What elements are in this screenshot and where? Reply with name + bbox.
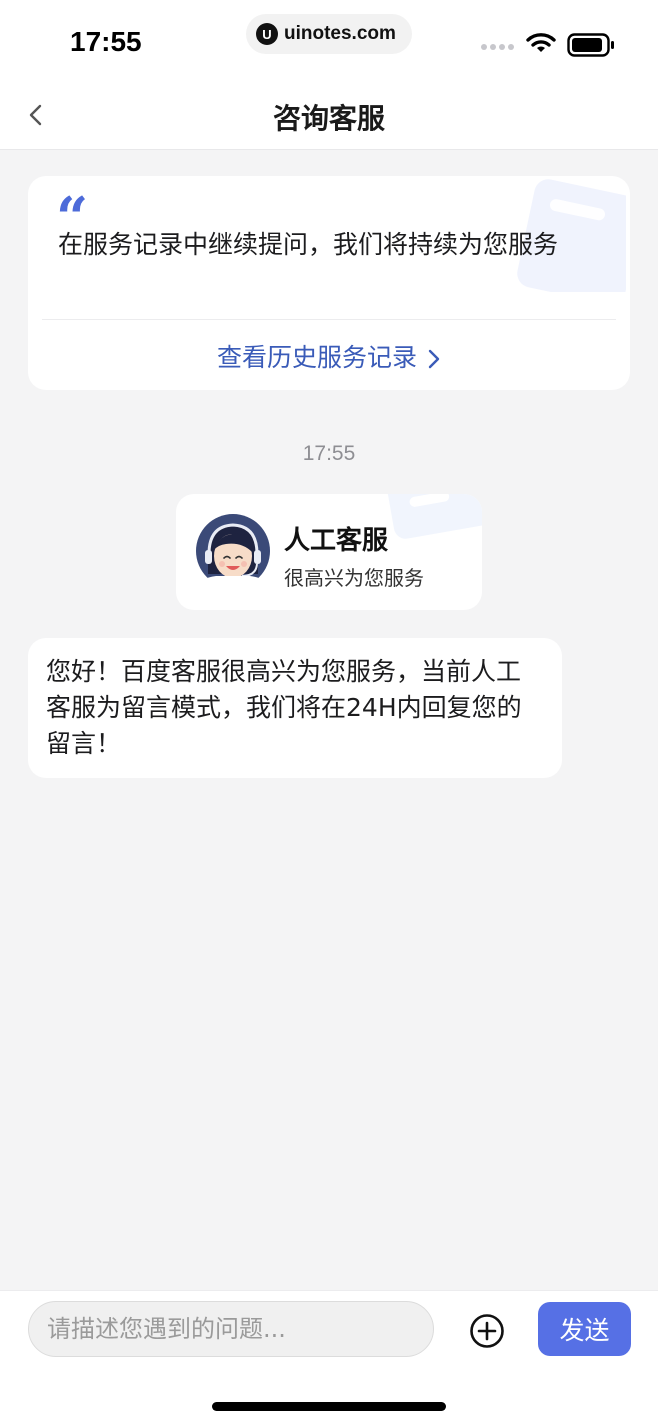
agent-card: 人工客服 很高兴为您服务 <box>176 494 482 610</box>
signal-dots-icon <box>481 44 514 50</box>
view-history-link[interactable]: 查看历史服务记录 <box>28 338 630 374</box>
status-time: 17:55 <box>70 26 142 57</box>
watermark-logo: U <box>256 23 278 45</box>
agent-name: 人工客服 <box>284 526 389 556</box>
message-bubble: 您好！百度客服很高兴为您服务，当前人工客服为留言模式，我们将在24H内回复您的留… <box>28 638 562 778</box>
agent-subtitle: 很高兴为您服务 <box>284 566 424 590</box>
message-timestamp: 17:55 <box>302 442 356 465</box>
decorative-background-icon <box>387 494 482 539</box>
history-card: “ 在服务记录中继续提问，我们将持续为您服务 查看历史服务记录 <box>28 176 630 390</box>
page-title: 咨询客服 <box>272 102 385 135</box>
view-history-label: 查看历史服务记录 <box>216 343 417 372</box>
history-text: 在服务记录中继续提问，我们将持续为您服务 <box>58 230 559 259</box>
nav-bar: 咨询客服 <box>0 80 658 150</box>
home-indicator <box>212 1402 446 1411</box>
watermark-pill: U uinotes.com <box>246 14 412 54</box>
wifi-icon <box>526 33 556 52</box>
agent-avatar <box>196 514 270 588</box>
chevron-right-icon <box>428 349 440 369</box>
message-input[interactable] <box>28 1301 434 1357</box>
send-button[interactable]: 发送 <box>538 1302 631 1356</box>
status-bar: 17:55 U uinotes.com <box>0 0 658 80</box>
watermark-text: uinotes.com <box>284 23 396 44</box>
battery-icon <box>567 33 614 57</box>
add-icon[interactable] <box>469 1313 505 1349</box>
message-text: 您好！百度客服很高兴为您服务，当前人工客服为留言模式，我们将在24H内回复您的留… <box>46 657 522 758</box>
divider <box>42 319 616 320</box>
